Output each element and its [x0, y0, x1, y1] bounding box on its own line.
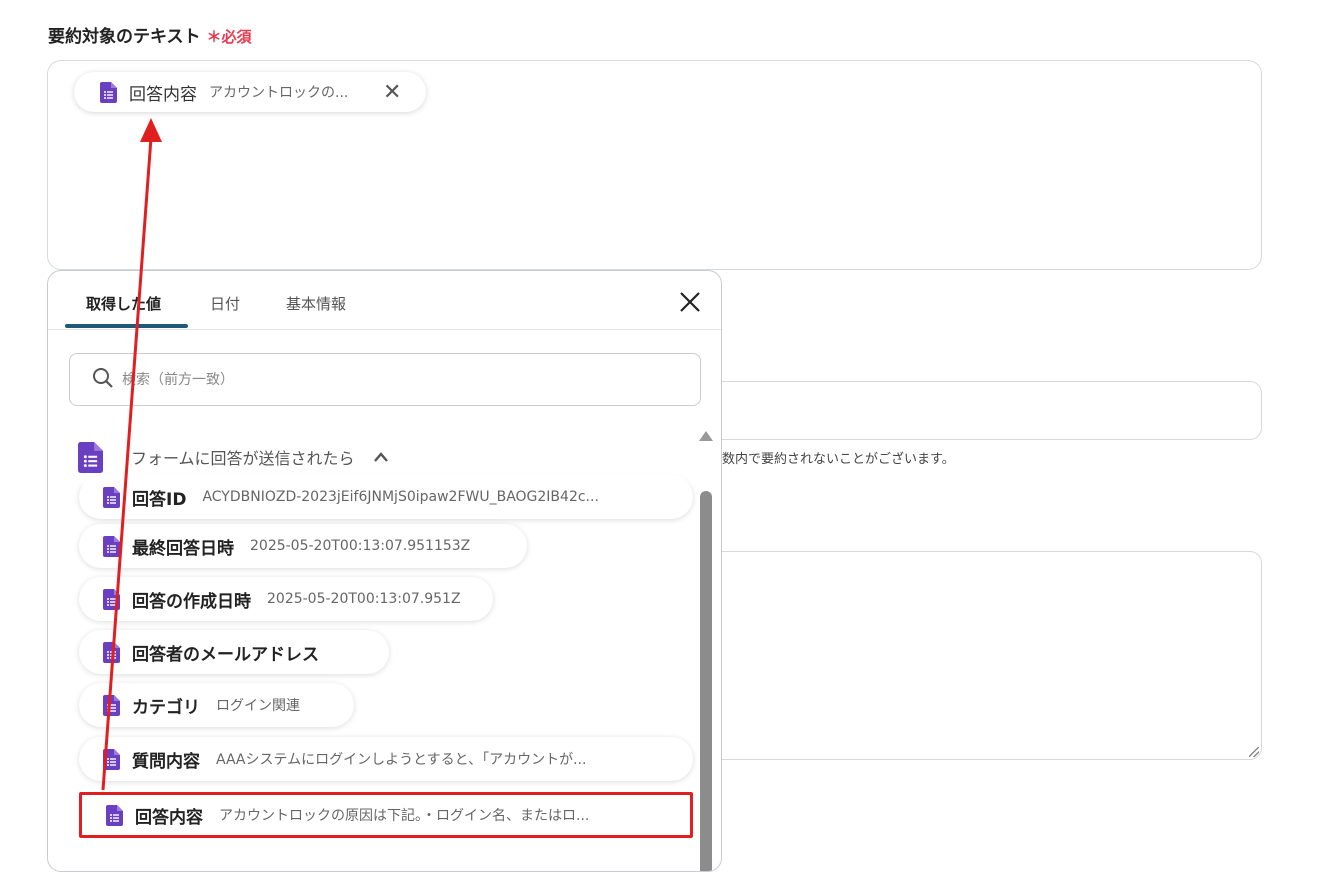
panel-tabs: 取得した値 日付 基本情報 [48, 271, 721, 330]
search-box[interactable] [69, 353, 701, 406]
chevron-up-icon[interactable] [373, 448, 389, 467]
field-label-text: 要約対象のテキスト [48, 27, 201, 47]
list-item[interactable]: 回答者のメールアドレス [79, 630, 389, 674]
form-doc-icon [106, 804, 123, 826]
close-icon[interactable] [679, 291, 701, 318]
search-input[interactable] [120, 370, 664, 389]
background-hint: 数内で要約されないことがございます。 [722, 452, 955, 467]
item-value: 2025-05-20T00:13:07.951Z [267, 591, 461, 607]
item-title: 回答の作成日時 [132, 591, 251, 612]
form-doc-icon [103, 694, 120, 716]
required-badge: ＊必須 [207, 28, 252, 46]
list-item[interactable]: 質問内容 AAAシステムにログインしようとすると、「アカウントが... [79, 737, 693, 781]
resize-handle[interactable] [1249, 747, 1259, 757]
scrollbar-thumb[interactable] [700, 491, 712, 871]
variable-chip[interactable]: 回答内容 アカウントロックの... ✕ [74, 72, 426, 112]
list-item-selected[interactable]: 回答内容 アカウントロックの原因は下記。・ログイン名、またはロ... [79, 792, 693, 838]
required-mark: ＊ [206, 28, 222, 46]
tab-date[interactable]: 日付 [210, 293, 240, 314]
chip-value: アカウントロックの... [209, 85, 349, 101]
item-title: 最終回答日時 [132, 538, 234, 559]
item-title: 回答ID [132, 489, 187, 510]
active-tab-indicator [65, 324, 188, 328]
item-value: ログイン関連 [216, 698, 300, 714]
form-doc-icon [103, 535, 120, 557]
form-doc-icon [100, 81, 117, 103]
tab-acquired-values[interactable]: 取得した値 [86, 293, 161, 314]
form-doc-icon [103, 588, 120, 610]
field-label: 要約対象のテキスト ＊必須 [48, 22, 252, 47]
item-value: AAAシステムにログインしようとすると、「アカウントが... [216, 752, 587, 768]
item-title: 回答内容 [135, 807, 203, 828]
item-title: カテゴリ [132, 697, 200, 718]
required-text: 必須 [221, 28, 252, 46]
chip-title: 回答内容 [129, 84, 197, 105]
item-value: 2025-05-20T00:13:07.951153Z [250, 538, 471, 554]
tab-basic-info[interactable]: 基本情報 [286, 293, 346, 314]
group-title: フォームに回答が送信されたら [131, 449, 355, 468]
form-doc-icon [103, 748, 120, 770]
item-value: ACYDBNIOZD-2023jEif6JNMjS0ipaw2FWU_BAOG2… [202, 489, 599, 505]
background-input[interactable] [700, 381, 1262, 440]
form-doc-icon [103, 641, 120, 663]
item-title: 質問内容 [132, 751, 200, 772]
list-item[interactable]: 回答の作成日時 2025-05-20T00:13:07.951Z [79, 577, 493, 621]
value-picker-panel: 取得した値 日付 基本情報 フォームに回答が送信されたら 回答ID ACYDBN… [47, 270, 722, 872]
form-doc-icon [103, 486, 120, 508]
background-textarea[interactable] [700, 551, 1262, 760]
trigger-group-header[interactable]: フォームに回答が送信されたら [68, 429, 692, 485]
chip-close-icon[interactable]: ✕ [383, 80, 401, 105]
list-item[interactable]: カテゴリ ログイン関連 [79, 683, 354, 727]
item-value: アカウントロックの原因は下記。・ログイン名、またはロ... [219, 808, 590, 824]
item-title: 回答者のメールアドレス [132, 644, 319, 665]
list-item[interactable]: 最終回答日時 2025-05-20T00:13:07.951153Z [79, 524, 527, 568]
scroll-up-arrow-icon[interactable] [699, 431, 713, 441]
scrollbar[interactable] [699, 431, 713, 871]
search-icon [92, 367, 114, 393]
form-doc-icon [78, 441, 103, 473]
